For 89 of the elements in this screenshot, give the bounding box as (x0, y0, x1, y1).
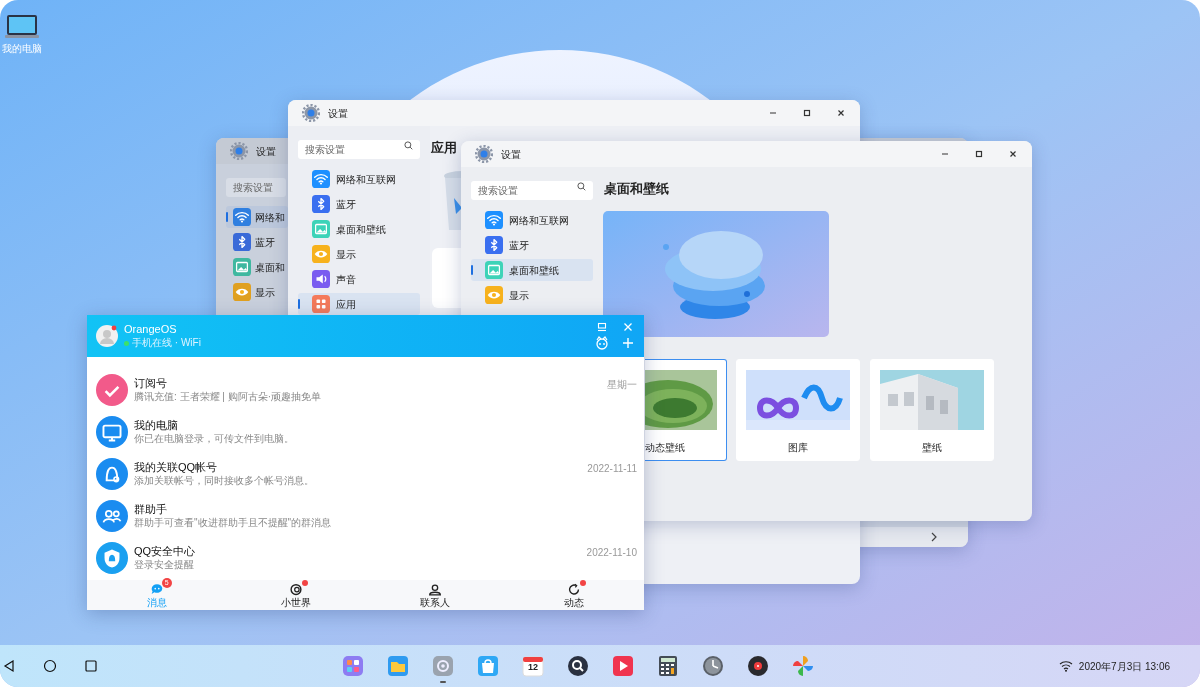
tab[interactable]: 小世界 (226, 580, 366, 610)
planet-icon (287, 582, 304, 597)
gear-icon (302, 104, 320, 122)
profile-name: OrangeOS (124, 324, 178, 335)
calendar-icon (522, 655, 544, 677)
message-preview: 你已在电脑登录，可传文件到电脑。 (134, 434, 295, 444)
sidebar-item[interactable]: 声音 (298, 268, 420, 290)
window-title: 设置 (256, 144, 276, 159)
maximize-icon[interactable] (974, 149, 984, 159)
plus-icon[interactable] (622, 337, 634, 349)
sidebar-item[interactable]: 显示 (226, 281, 288, 303)
back-icon[interactable] (2, 659, 16, 673)
calendar-app-button[interactable]: 12 (522, 655, 544, 677)
window-title: 设置 (328, 106, 348, 121)
sidebar-item[interactable]: 网络和 (226, 206, 288, 228)
chevron-right-icon[interactable] (930, 532, 938, 542)
recents-icon[interactable] (84, 659, 98, 673)
sidebar-item[interactable]: 应用 (298, 293, 420, 315)
window-title: 设置 (501, 147, 521, 162)
search-icon (577, 182, 586, 191)
gear-icon (475, 145, 493, 163)
wifi-icon[interactable] (1058, 660, 1073, 672)
conversation-title: 群助手 (134, 504, 168, 515)
play-app-button[interactable] (612, 655, 634, 677)
wallpaper-card[interactable]: 动态壁纸 (645, 358, 727, 461)
grid-app-button[interactable] (342, 655, 364, 677)
tab[interactable]: 动态 (504, 580, 644, 610)
sidebar-item[interactable]: 桌面和 (226, 256, 288, 278)
message-preview: 群助手可查看"收进群助手且不提醒"的群消息 (134, 518, 333, 528)
pinwheel-icon (792, 655, 814, 677)
sidebar-item[interactable]: 桌面和壁纸 (471, 259, 593, 281)
pet-icon[interactable] (595, 336, 609, 350)
bag-icon (477, 655, 499, 677)
avatar[interactable] (96, 325, 118, 347)
tab[interactable]: 联系人 (365, 580, 505, 610)
home-icon[interactable] (43, 659, 57, 673)
search-field[interactable]: 搜索设置 (298, 140, 420, 159)
maximize-icon[interactable] (802, 108, 812, 118)
conversation-row[interactable]: 我的关联QQ帐号 添加关联帐号，同时接收多个帐号消息。 2022-11-11 (87, 453, 644, 495)
folder-icon (387, 655, 409, 677)
message-preview: 登录安全提醒 (134, 560, 195, 570)
sidebar-item[interactable]: 显示 (298, 243, 420, 265)
pinwheel-app-button[interactable] (792, 655, 814, 677)
timestamp: 2022-11-11 (587, 462, 637, 476)
wallpaper-card[interactable]: 图库 (736, 358, 860, 461)
clock-icon (702, 655, 724, 677)
sidebar-item[interactable]: 蓝牙 (226, 231, 288, 253)
status-text: 手机在线 · WiFi (132, 338, 201, 348)
search-field[interactable]: 搜索设置 (471, 181, 593, 200)
clock-text: 2020年7月3日 13:06 (1078, 659, 1170, 674)
bag-app-button[interactable] (477, 655, 499, 677)
message-preview: 添加关联帐号，同时接收多个帐号消息。 (134, 476, 315, 486)
magnifier-app-button[interactable] (567, 655, 589, 677)
record-app-button[interactable] (747, 655, 769, 677)
timestamp: 2022-11-10 (586, 546, 637, 560)
record-icon (747, 655, 769, 677)
close-icon[interactable] (1008, 149, 1018, 159)
message-preview: 腾讯充值: 王者荣耀 | 购阿古朵·顽趣抽免单 (134, 392, 323, 402)
close-icon[interactable] (836, 108, 846, 118)
conversation-title: QQ安全中心 (134, 546, 197, 557)
search-field[interactable]: 搜索设置 (226, 178, 286, 197)
page-heading: 应用 (430, 139, 457, 157)
conversation-row[interactable]: 群助手 群助手可查看"收进群助手且不提醒"的群消息 (87, 495, 644, 537)
conversation-row[interactable]: 我的电脑 你已在电脑登录，可传文件到电脑。 (87, 411, 644, 453)
conversation-row[interactable]: QQ安全中心 登录安全提醒 2022-11-10 (87, 537, 644, 579)
conversation-title: 订阅号 (134, 378, 168, 389)
sidebar-item[interactable]: 网络和互联网 (471, 209, 593, 231)
grid-icon (342, 655, 364, 677)
conversation-title: 我的关联QQ帐号 (134, 462, 219, 473)
gear-icon (432, 655, 454, 677)
minimize-icon[interactable] (597, 322, 607, 332)
wallpaper-card[interactable]: 壁纸 (870, 358, 994, 461)
sidebar-item[interactable]: 蓝牙 (298, 193, 420, 215)
calculator-icon (657, 655, 679, 677)
gear-icon (230, 142, 248, 160)
play-icon (612, 655, 634, 677)
page-heading: 桌面和壁纸 (603, 180, 669, 198)
conversation-title: 我的电脑 (134, 420, 179, 431)
sidebar-item[interactable]: 显示 (471, 284, 593, 306)
clock-app-button[interactable] (702, 655, 724, 677)
calculator-app-button[interactable] (657, 655, 679, 677)
calendar-date: 12 (527, 663, 539, 672)
sidebar-item[interactable]: 网络和互联网 (298, 168, 420, 190)
search-icon (404, 141, 413, 150)
sidebar-item[interactable]: 蓝牙 (471, 234, 593, 256)
person-icon (427, 582, 444, 597)
laptop-icon[interactable] (5, 14, 39, 40)
sidebar-item[interactable]: 桌面和壁纸 (298, 218, 420, 240)
magnifier-icon (567, 655, 589, 677)
